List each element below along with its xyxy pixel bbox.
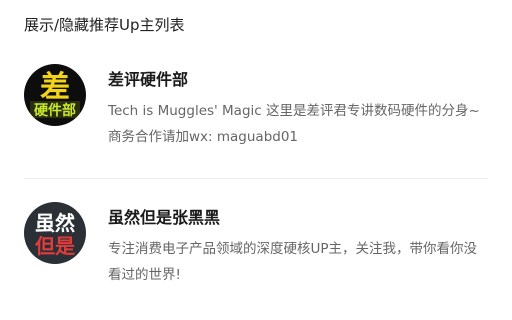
avatar-bottom-text: 硬件部	[34, 102, 76, 119]
up-name[interactable]: 虽然但是张黑黑	[108, 204, 220, 228]
avatar[interactable]: 虽然 但是	[24, 202, 86, 264]
avatar-top-text: 差	[40, 70, 70, 105]
recommended-up-list-page: 展示/隐藏推荐Up主列表 差 硬件部 差评硬件部 Tech is Muggles…	[0, 0, 512, 320]
toggle-recommended-up-list[interactable]: 展示/隐藏推荐Up主列表	[24, 14, 185, 35]
suiran-danshi-logo-icon: 虽然 但是	[24, 202, 86, 264]
chaping-hardware-logo-icon: 差 硬件部	[24, 64, 86, 126]
up-list-item[interactable]: 差 硬件部 差评硬件部 Tech is Muggles' Magic 这里是差评…	[0, 62, 512, 178]
avatar[interactable]: 差 硬件部	[24, 64, 86, 126]
up-description: Tech is Muggles' Magic 这里是差评君专讲数码硬件的分身~ …	[108, 103, 480, 145]
up-list-item[interactable]: 虽然 但是 虽然但是张黑黑 专注消费电子产品领域的深度硬核UP主，关注我，带你看…	[0, 200, 512, 320]
up-description: 专注消费电子产品领域的深度硬核UP主，关注我，带你看你没看过的世界!	[108, 241, 478, 283]
up-name[interactable]: 差评硬件部	[108, 66, 188, 90]
avatar-top-text: 虽然	[35, 211, 75, 235]
avatar-bottom-text: 但是	[35, 234, 75, 258]
divider	[24, 178, 488, 179]
